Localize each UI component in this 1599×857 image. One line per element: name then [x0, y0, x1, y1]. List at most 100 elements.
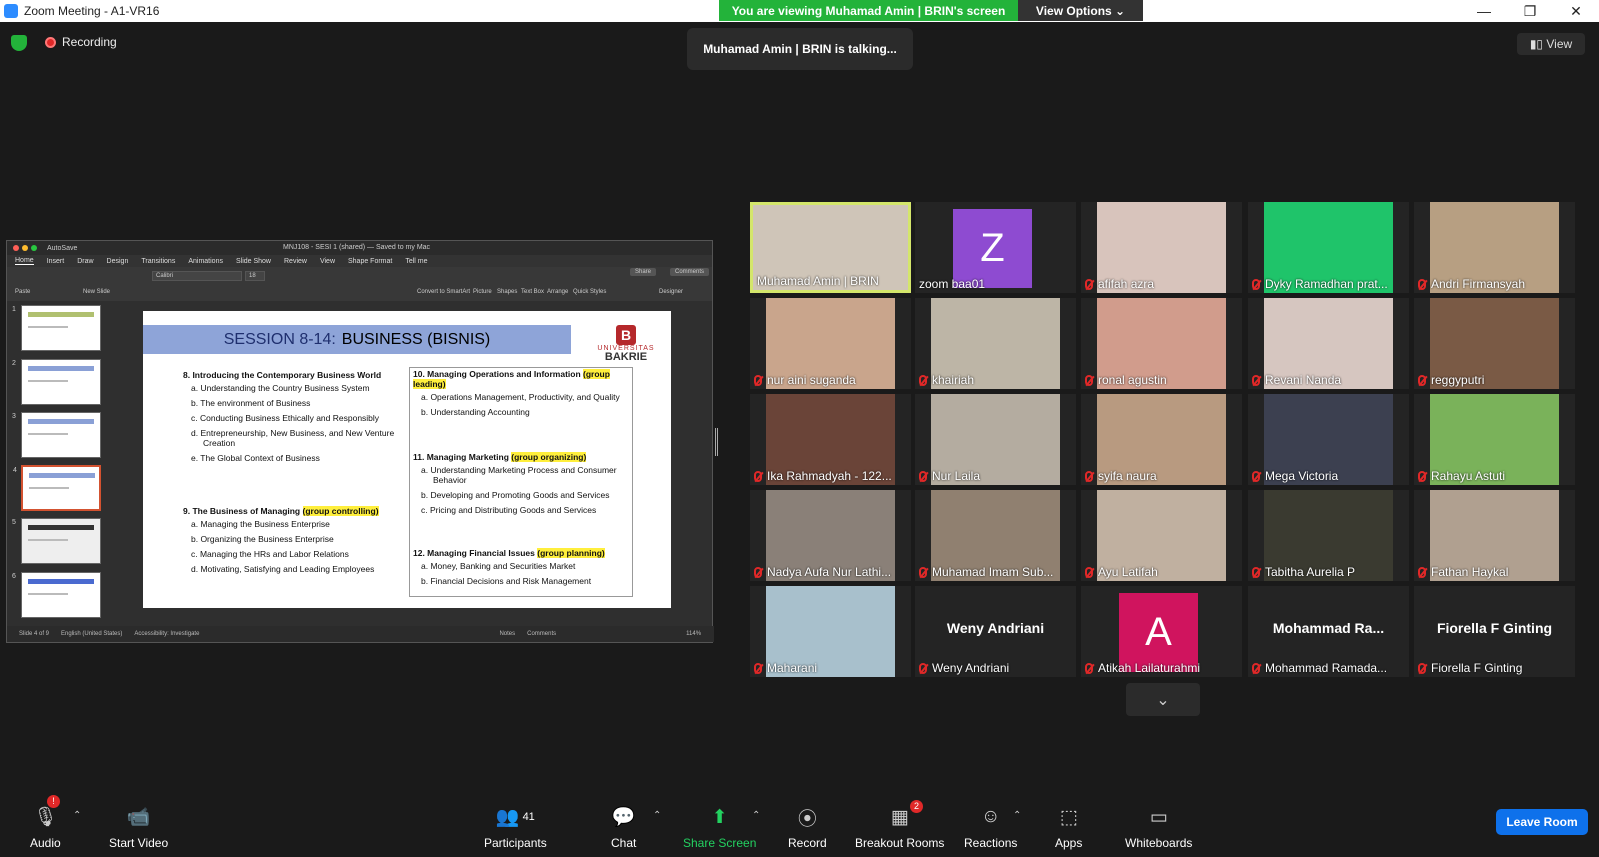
mic-muted-icon	[1418, 374, 1426, 386]
notes-button[interactable]: Notes	[499, 631, 515, 637]
participant-tile[interactable]: Fathan Haykal	[1414, 490, 1575, 581]
shared-screen[interactable]: AutoSave MNJ108 - SESI 1 (shared) — Save…	[6, 240, 714, 643]
reactions-button[interactable]: ☺ Reactions	[964, 804, 1017, 850]
participant-tile[interactable]: nur aini suganda	[750, 298, 911, 389]
ribbon-tab[interactable]: Home	[15, 257, 34, 265]
participant-tile[interactable]: Maharani	[750, 586, 911, 677]
mic-muted-icon	[919, 662, 927, 674]
participant-tile[interactable]: Tabitha Aurelia P	[1248, 490, 1409, 581]
slide-thumb[interactable]: 5	[12, 518, 101, 564]
participant-tile[interactable]: afifah azra	[1081, 202, 1242, 293]
chat-button[interactable]: 💬 Chat	[611, 804, 636, 850]
participant-tile[interactable]: Mega Victoria	[1248, 394, 1409, 485]
ribbon-label[interactable]: Arrange	[547, 289, 568, 295]
maximize-button[interactable]: ❐	[1507, 0, 1553, 22]
slide-canvas[interactable]: SESSION 8-14: BUSINESS (BISNIS) B UNIVERS…	[143, 311, 671, 608]
ribbon-tab[interactable]: View	[320, 258, 335, 265]
close-button[interactable]: ✕	[1553, 0, 1599, 22]
chevron-down-icon[interactable]: ⌄	[1126, 683, 1200, 716]
participant-tile[interactable]: Zzoom baa01	[915, 202, 1076, 293]
participant-tile[interactable]: Muhamad Amin | BRIN	[750, 202, 911, 293]
participant-tile[interactable]: Fiorella F Ginting Fiorella F Ginting	[1414, 586, 1575, 677]
ribbon-tab[interactable]: Draw	[77, 258, 93, 265]
ribbon-label[interactable]: Text Box	[521, 289, 544, 295]
ppt-comments-button[interactable]: Comments	[670, 268, 710, 276]
section-item: a. Money, Banking and Securities Market	[421, 561, 576, 571]
participant-tile[interactable]: reggyputri	[1414, 298, 1575, 389]
minimize-button[interactable]: —	[1461, 0, 1507, 22]
slide-title-topic: BUSINESS (BISNIS)	[341, 330, 491, 348]
participant-tile[interactable]: Muhamad Imam Sub...	[915, 490, 1076, 581]
security-shield-icon[interactable]	[11, 35, 27, 51]
participants-icon: 👥 41	[495, 807, 535, 828]
slide-thumb[interactable]: 6	[12, 572, 101, 618]
participant-tile[interactable]: A Atikah Lailaturahmi	[1081, 586, 1242, 677]
participants-button[interactable]: 👥 41 Participants	[484, 804, 547, 850]
participant-tile[interactable]: Rahayu Astuti	[1414, 394, 1575, 485]
whiteboards-button[interactable]: ▭ Whiteboards	[1125, 804, 1192, 851]
view-options-button[interactable]: View Options ⌄	[1018, 0, 1143, 21]
section-head: 10. Managing Operations and Information	[413, 369, 581, 379]
apps-button[interactable]: ⬚ Apps	[1055, 804, 1082, 851]
ribbon-label[interactable]: Paste	[15, 289, 30, 295]
zoom-level[interactable]: 114%	[686, 631, 701, 637]
zoom-dot-icon	[31, 245, 37, 251]
ribbon-tab[interactable]: Review	[284, 258, 307, 265]
participant-tile[interactable]: Nadya Aufa Nur Lathi...	[750, 490, 911, 581]
participant-tile[interactable]: Ayu Latifah	[1081, 490, 1242, 581]
participant-tile[interactable]: Nur Laila	[915, 394, 1076, 485]
slide-thumb[interactable]: 2	[12, 359, 101, 405]
participant-name-label: ronal agustin	[1085, 373, 1167, 387]
slide-thumb[interactable]: 1	[12, 305, 101, 351]
ribbon-tab[interactable]: Tell me	[405, 258, 427, 265]
slide-number: 1	[12, 306, 16, 313]
audio-caret-icon[interactable]: ⌃	[73, 810, 81, 821]
participant-name: Ika Rahmadyah - 122...	[767, 469, 892, 483]
participant-tile[interactable]: khairiah	[915, 298, 1076, 389]
ribbon-tab[interactable]: Animations	[188, 258, 223, 265]
leave-room-button[interactable]: Leave Room	[1496, 809, 1588, 835]
share-caret-icon[interactable]: ⌃	[752, 810, 760, 821]
ppt-share-button[interactable]: Share	[630, 268, 657, 276]
record-button[interactable]: ⦿ Record	[788, 804, 827, 851]
chat-label: Chat	[611, 836, 637, 850]
slide-thumb[interactable]: 3	[12, 412, 101, 458]
audio-button[interactable]: 🎙 Audio	[30, 804, 61, 850]
ribbon-label[interactable]: Quick Styles	[573, 289, 606, 295]
comments-button[interactable]: Comments	[527, 631, 556, 637]
language-label[interactable]: English (United States)	[61, 631, 122, 637]
ribbon-tab[interactable]: Insert	[47, 258, 65, 265]
view-button[interactable]: ▮▯ View	[1517, 33, 1585, 55]
ribbon-label[interactable]: New Slide	[83, 289, 110, 295]
participant-name-label: nur aini suganda	[754, 373, 856, 387]
reactions-caret-icon[interactable]: ⌃	[1013, 810, 1021, 821]
recording-indicator[interactable]: Recording	[45, 35, 117, 49]
ribbon-tab[interactable]: Design	[107, 258, 129, 265]
participant-tile[interactable]: Revani Nanda	[1248, 298, 1409, 389]
participant-tile[interactable]: ronal agustin	[1081, 298, 1242, 389]
ribbon-label[interactable]: Picture	[473, 289, 492, 295]
ribbon-label[interactable]: Shapes	[497, 289, 517, 295]
accessibility-label[interactable]: Accessibility: Investigate	[134, 631, 199, 637]
breakout-rooms-button[interactable]: ▦ Breakout Rooms	[855, 804, 944, 851]
ribbon-label[interactable]: Designer	[659, 289, 683, 295]
participant-name-label: reggyputri	[1418, 373, 1484, 387]
start-video-button[interactable]: 📹 Start Video	[109, 804, 168, 850]
participant-tile[interactable]: Dyky Ramadhan prat...	[1248, 202, 1409, 293]
split-divider-handle[interactable]	[715, 428, 718, 456]
participant-tile[interactable]: Mohammad Ra... Mohammad Ramada...	[1248, 586, 1409, 677]
font-size-select[interactable]: 18	[245, 271, 265, 281]
font-select[interactable]: Calibri	[152, 271, 242, 281]
participant-tile[interactable]: syifa naura	[1081, 394, 1242, 485]
chat-caret-icon[interactable]: ⌃	[653, 810, 661, 821]
participant-tile[interactable]: Andri Firmansyah	[1414, 202, 1575, 293]
ribbon-label[interactable]: Convert to SmartArt	[417, 289, 470, 295]
participant-tile[interactable]: Ika Rahmadyah - 122...	[750, 394, 911, 485]
ribbon-tab[interactable]: Transitions	[141, 258, 175, 265]
share-screen-button[interactable]: ⬆ Share Screen	[683, 804, 756, 851]
participant-name-label: Revani Nanda	[1252, 373, 1341, 387]
ribbon-tab[interactable]: Slide Show	[236, 258, 271, 265]
ribbon-tab[interactable]: Shape Format	[348, 258, 392, 265]
participant-tile[interactable]: Weny Andriani Weny Andriani	[915, 586, 1076, 677]
slide-thumb-selected[interactable]: 4	[13, 465, 101, 511]
